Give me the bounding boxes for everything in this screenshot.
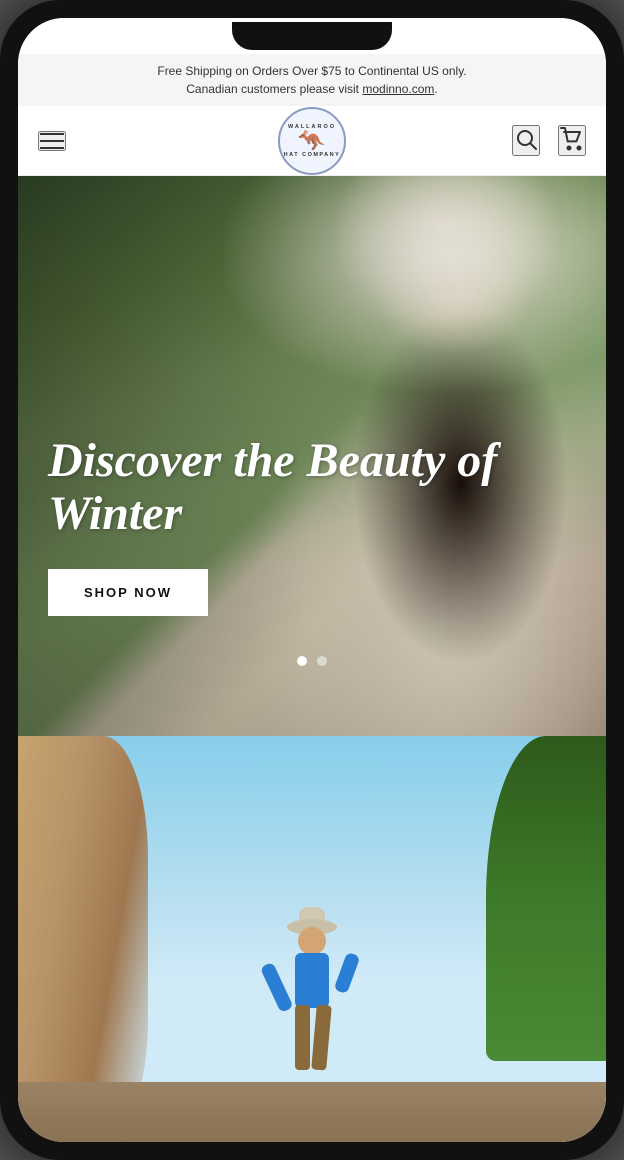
logo-circle: WALLAROO 🦘 HAT COMPANY xyxy=(278,107,346,175)
header-left xyxy=(38,131,66,151)
search-icon xyxy=(514,127,538,151)
phone-frame: Free Shipping on Orders Over $75 to Cont… xyxy=(0,0,624,1160)
person-figure xyxy=(262,927,362,1087)
announcement-line2: Canadian customers please visit modinno.… xyxy=(34,80,590,98)
person-arm-left xyxy=(260,962,294,1013)
hamburger-line-2 xyxy=(40,140,64,142)
menu-button[interactable] xyxy=(38,131,66,151)
carousel-dot-2[interactable] xyxy=(317,656,327,666)
logo-container[interactable]: WALLAROO 🦘 HAT COMPANY xyxy=(278,107,346,175)
second-section xyxy=(18,736,606,1142)
carousel-dot-1[interactable] xyxy=(297,656,307,666)
carousel-dots xyxy=(297,656,327,666)
second-section-inner xyxy=(18,736,606,1142)
phone-screen: Free Shipping on Orders Over $75 to Cont… xyxy=(18,18,606,1142)
person-legs xyxy=(295,1005,329,1070)
hero-title: Discover the Beauty of Winter xyxy=(48,435,576,541)
person-leg-left xyxy=(295,1005,310,1070)
notch xyxy=(232,22,392,50)
header-right xyxy=(512,125,586,156)
announcement-bar: Free Shipping on Orders Over $75 to Cont… xyxy=(18,54,606,106)
person-arm-right xyxy=(334,952,361,994)
announcement-line1: Free Shipping on Orders Over $75 to Cont… xyxy=(34,62,590,80)
header: WALLAROO 🦘 HAT COMPANY xyxy=(18,106,606,176)
person-leg-right xyxy=(311,1004,332,1070)
logo-text-bottom: HAT COMPANY xyxy=(284,152,341,158)
modinno-link[interactable]: modinno.com xyxy=(362,82,434,96)
hamburger-line-3 xyxy=(40,147,64,149)
notch-bar xyxy=(18,18,606,54)
hamburger-line-1 xyxy=(40,133,64,135)
person-torso xyxy=(295,953,329,1008)
shop-now-button[interactable]: SHOP NOW xyxy=(48,569,208,616)
logo-kangaroo-icon: 🦘 xyxy=(298,130,325,152)
hero-content: Discover the Beauty of Winter SHOP NOW xyxy=(48,435,576,616)
hero-section: Discover the Beauty of Winter SHOP NOW xyxy=(18,176,606,736)
search-button[interactable] xyxy=(512,125,540,156)
cart-button[interactable] xyxy=(558,125,586,156)
cart-icon xyxy=(560,127,584,151)
tree-right xyxy=(486,736,606,1061)
ground xyxy=(18,1082,606,1142)
person-head xyxy=(298,927,326,955)
